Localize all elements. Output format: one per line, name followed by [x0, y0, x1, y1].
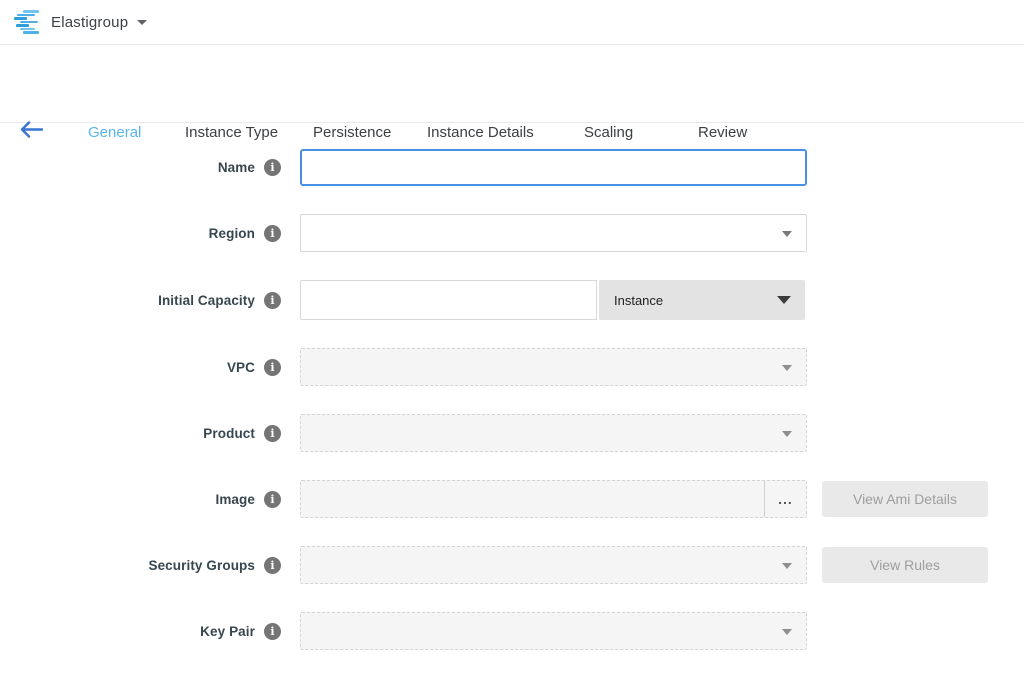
- vpc-caret-icon: [782, 365, 792, 371]
- product-label: Product: [203, 426, 255, 441]
- region-select[interactable]: [300, 214, 807, 252]
- general-settings-form: Name i Region i Initial Capacity i Inst: [0, 123, 1024, 650]
- view-rules-button[interactable]: View Rules: [822, 547, 988, 583]
- initial-capacity-info-icon[interactable]: i: [264, 292, 281, 309]
- name-input[interactable]: [300, 149, 807, 186]
- image-input: ...: [300, 480, 807, 518]
- security-groups-select: [300, 546, 807, 584]
- product-caret-icon: [782, 431, 792, 437]
- vpc-info-icon[interactable]: i: [264, 359, 281, 376]
- image-label: Image: [215, 492, 255, 507]
- region-caret-icon: [782, 231, 792, 237]
- image-input-value: [301, 481, 764, 517]
- tab-scaling[interactable]: Scaling: [584, 124, 633, 141]
- tab-instance-details[interactable]: Instance Details: [427, 124, 534, 141]
- vpc-row: VPC i: [0, 348, 1024, 386]
- elastigroup-logo-icon: [14, 10, 40, 34]
- view-ami-details-button[interactable]: View Ami Details: [822, 481, 988, 517]
- key-pair-select: [300, 612, 807, 650]
- name-info-icon[interactable]: i: [264, 159, 281, 176]
- product-row: Product i: [0, 414, 1024, 452]
- tab-persistence[interactable]: Persistence: [313, 124, 391, 141]
- tab-general[interactable]: General: [88, 124, 141, 141]
- security-groups-label: Security Groups: [148, 558, 255, 573]
- vpc-select: [300, 348, 807, 386]
- image-browse-button[interactable]: ...: [764, 481, 806, 517]
- product-info-icon[interactable]: i: [264, 425, 281, 442]
- product-switcher-title[interactable]: Elastigroup: [51, 14, 128, 31]
- name-label: Name: [218, 160, 255, 175]
- product-select: [300, 414, 807, 452]
- initial-capacity-input[interactable]: [300, 280, 597, 320]
- key-pair-label: Key Pair: [200, 624, 255, 639]
- tab-review[interactable]: Review: [698, 124, 747, 141]
- key-pair-row: Key Pair i: [0, 612, 1024, 650]
- name-row: Name i: [0, 149, 1024, 186]
- image-info-icon[interactable]: i: [264, 491, 281, 508]
- capacity-unit-caret-icon: [777, 296, 791, 304]
- security-groups-caret-icon: [782, 563, 792, 569]
- region-info-icon[interactable]: i: [264, 225, 281, 242]
- security-groups-row: Security Groups i View Rules: [0, 546, 1024, 584]
- capacity-unit-value: Instance: [614, 293, 663, 308]
- region-row: Region i: [0, 214, 1024, 252]
- vpc-label: VPC: [227, 360, 255, 375]
- key-pair-caret-icon: [782, 629, 792, 635]
- key-pair-info-icon[interactable]: i: [264, 623, 281, 640]
- initial-capacity-label: Initial Capacity: [158, 293, 255, 308]
- wizard-tab-bar: General Instance Type Persistence Instan…: [0, 45, 1024, 123]
- product-switcher-caret-icon[interactable]: [137, 20, 147, 25]
- region-label: Region: [209, 226, 255, 241]
- back-arrow-icon[interactable]: [20, 121, 43, 143]
- top-bar: Elastigroup: [0, 0, 1024, 45]
- capacity-unit-select[interactable]: Instance: [599, 280, 805, 320]
- security-groups-info-icon[interactable]: i: [264, 557, 281, 574]
- initial-capacity-row: Initial Capacity i Instance: [0, 280, 1024, 320]
- tab-instance-type[interactable]: Instance Type: [185, 124, 278, 141]
- image-row: Image i ... View Ami Details: [0, 480, 1024, 518]
